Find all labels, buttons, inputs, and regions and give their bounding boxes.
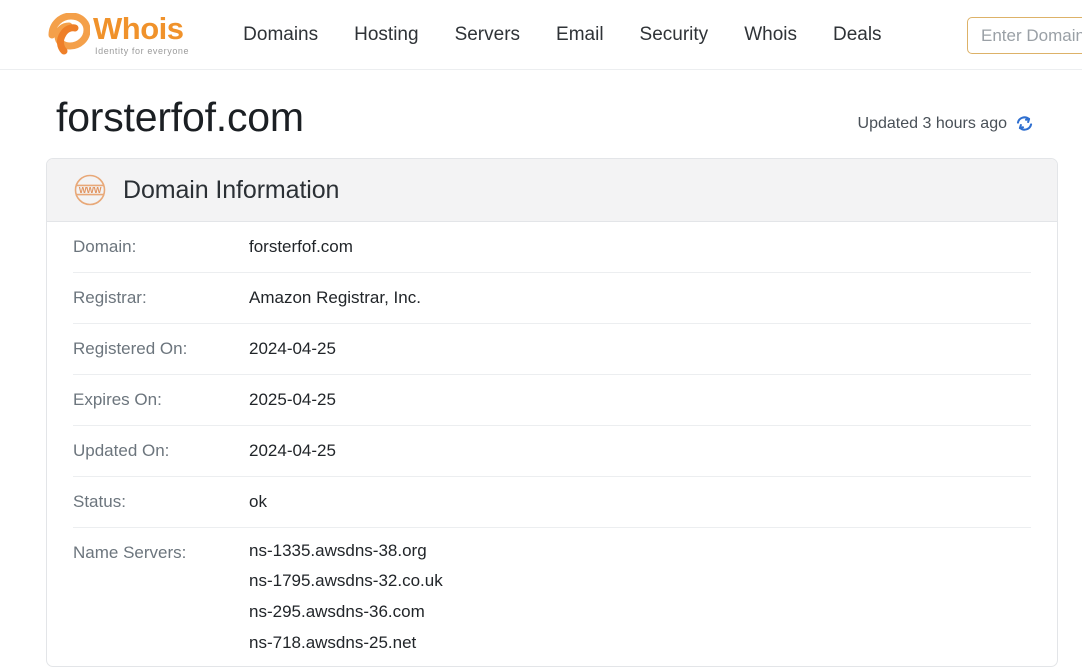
- row-label: Expires On:: [73, 389, 249, 412]
- row-label: Status:: [73, 491, 249, 514]
- list-item: ns-1795.awsdns-32.co.uk: [249, 572, 1031, 591]
- logo-word-part1: Who: [93, 11, 159, 46]
- last-updated-label: Updated 3 hours ago: [858, 115, 1007, 133]
- nav-link-hosting[interactable]: Hosting: [336, 16, 436, 54]
- domain-search-container: [967, 17, 1082, 54]
- status-badge: ok: [249, 491, 1031, 514]
- list-item: ns-295.awsdns-36.com: [249, 603, 1031, 622]
- logo-word-part2: is: [159, 11, 184, 46]
- card-body: Domain: forsterfof.com Registrar: Amazon…: [47, 222, 1057, 665]
- nav-item-servers[interactable]: Servers: [437, 16, 538, 54]
- logo-tagline: Identity for everyone: [95, 47, 189, 56]
- nav-item-whois[interactable]: Whois: [726, 16, 815, 54]
- table-row: Domain: forsterfof.com: [73, 222, 1031, 273]
- table-row: Registered On: 2024-04-25: [73, 324, 1031, 375]
- nav-link-security[interactable]: Security: [622, 16, 727, 54]
- nav-item-hosting[interactable]: Hosting: [336, 16, 436, 54]
- row-value: 2024-04-25: [249, 440, 1031, 463]
- list-item: ns-718.awsdns-25.net: [249, 634, 1031, 653]
- main-nav: Domains Hosting Servers Email Security W…: [225, 16, 899, 54]
- row-label: Name Servers:: [73, 542, 249, 565]
- row-value: 2024-04-25: [249, 338, 1031, 361]
- row-value: forsterfof.com: [249, 236, 1031, 259]
- page-title: forsterfof.com: [56, 94, 304, 141]
- list-item: ns-1335.awsdns-38.org: [249, 542, 1031, 561]
- page-header: forsterfof.com Updated 3 hours ago: [0, 70, 1082, 141]
- logo-wordmark: Whois: [93, 13, 184, 44]
- table-row: Registrar: Amazon Registrar, Inc.: [73, 273, 1031, 324]
- nav-link-servers[interactable]: Servers: [437, 16, 538, 54]
- last-updated-status[interactable]: Updated 3 hours ago: [858, 114, 1034, 141]
- table-row: Status: ok: [73, 477, 1031, 528]
- table-row: Expires On: 2025-04-25: [73, 375, 1031, 426]
- nav-link-deals[interactable]: Deals: [815, 16, 900, 54]
- row-label: Domain:: [73, 236, 249, 259]
- nav-link-domains[interactable]: Domains: [225, 16, 336, 54]
- card-title: Domain Information: [123, 176, 339, 205]
- nav-item-deals[interactable]: Deals: [815, 16, 900, 54]
- row-value: 2025-04-25: [249, 389, 1031, 412]
- top-navbar: Whois Identity for everyone Domains Host…: [0, 0, 1082, 70]
- table-row-nameservers: Name Servers: ns-1335.awsdns-38.org ns-1…: [73, 528, 1031, 666]
- row-label: Registered On:: [73, 338, 249, 361]
- refresh-icon[interactable]: [1015, 114, 1034, 133]
- nav-item-domains[interactable]: Domains: [225, 16, 336, 54]
- row-value: ns-1335.awsdns-38.org ns-1795.awsdns-32.…: [249, 542, 1031, 653]
- domain-information-card: WWW Domain Information Domain: forsterfo…: [46, 158, 1058, 666]
- www-globe-icon: WWW: [73, 173, 107, 207]
- site-logo[interactable]: Whois Identity for everyone: [46, 13, 189, 57]
- table-row: Updated On: 2024-04-25: [73, 426, 1031, 477]
- domain-search-input[interactable]: [967, 17, 1082, 54]
- row-label: Registrar:: [73, 287, 249, 310]
- card-header: WWW Domain Information: [47, 159, 1057, 222]
- nav-item-email[interactable]: Email: [538, 16, 622, 54]
- nameserver-list: ns-1335.awsdns-38.org ns-1795.awsdns-32.…: [249, 542, 1031, 653]
- nav-link-whois[interactable]: Whois: [726, 16, 815, 54]
- nav-item-security[interactable]: Security: [622, 16, 727, 54]
- whois-swoosh-logo-icon: [46, 13, 90, 57]
- svg-text:WWW: WWW: [79, 186, 102, 195]
- row-label: Updated On:: [73, 440, 249, 463]
- row-value: Amazon Registrar, Inc.: [249, 287, 1031, 310]
- nav-link-email[interactable]: Email: [538, 16, 622, 54]
